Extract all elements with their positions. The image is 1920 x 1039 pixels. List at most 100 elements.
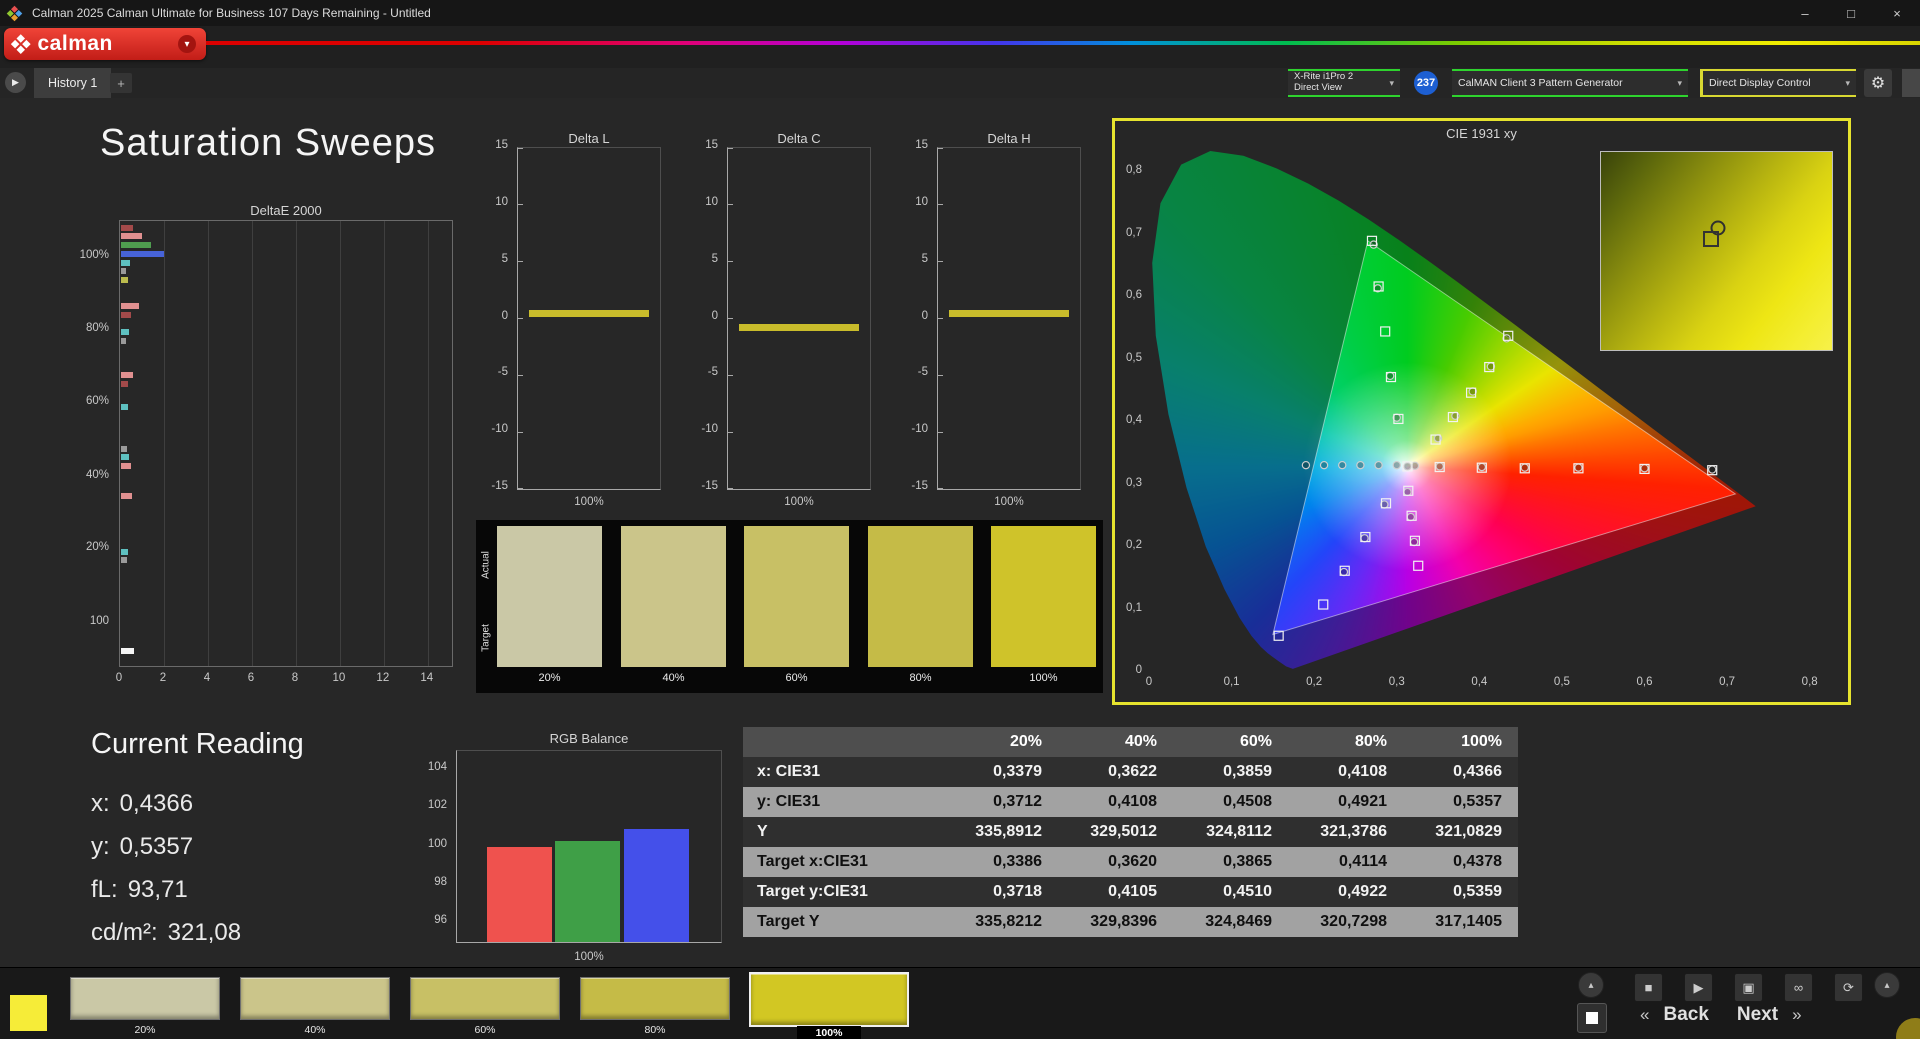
patch-button-100%[interactable] bbox=[749, 972, 909, 1027]
y-tick-label: -15 bbox=[701, 480, 718, 492]
collapse-left-button[interactable]: ▴ bbox=[1578, 972, 1604, 998]
x-axis-label: 100% bbox=[574, 951, 604, 963]
deltae-bar bbox=[121, 548, 128, 555]
x-tick-label: 0,4 bbox=[1471, 676, 1488, 688]
y-tick-label: 0 bbox=[711, 309, 718, 322]
y-tick-label: 0,3 bbox=[1126, 476, 1142, 489]
gridline bbox=[251, 221, 253, 666]
y-tick-label: 5 bbox=[921, 252, 928, 265]
collapse-right-button[interactable]: ▴ bbox=[1874, 972, 1900, 998]
value-cell: 0,4366 bbox=[1453, 763, 1502, 780]
pattern-window-button[interactable] bbox=[1577, 1003, 1607, 1033]
patch-label: 80% bbox=[644, 1024, 666, 1036]
tab-history-1[interactable]: History 1 bbox=[34, 68, 112, 98]
chart-title: Delta C bbox=[777, 131, 821, 146]
value-cell: 324,8112 bbox=[1206, 823, 1272, 840]
swatch-level-label: 100% bbox=[1029, 672, 1058, 684]
y-tick-label: -5 bbox=[497, 366, 508, 379]
history-nav-button[interactable]: ▶ bbox=[5, 72, 26, 93]
pattern-window-icon bbox=[1586, 1012, 1598, 1024]
meter-dropdown[interactable]: X-Rite i1Pro 2 Direct View ▾ bbox=[1288, 69, 1400, 97]
tick-mark bbox=[938, 261, 943, 263]
tick-mark bbox=[518, 261, 523, 263]
value-cell: 324,8469 bbox=[1205, 913, 1272, 930]
inset-target-marker bbox=[1702, 231, 1719, 247]
y-tick-label: 0,5 bbox=[1126, 351, 1142, 364]
value-cell: 320,7298 bbox=[1320, 913, 1387, 930]
y-tick-label: -10 bbox=[701, 423, 718, 436]
y-tick-label: -10 bbox=[911, 423, 928, 436]
tick-mark bbox=[938, 488, 943, 489]
value-cell: 0,5357 bbox=[1453, 793, 1502, 810]
header-row: calman ▾ bbox=[0, 26, 1920, 68]
deltae-bar bbox=[121, 463, 131, 470]
value-cell: 0,3622 bbox=[1108, 763, 1157, 780]
deltae-bar bbox=[121, 445, 128, 452]
gridline bbox=[295, 221, 297, 666]
plot-area bbox=[937, 147, 1081, 490]
add-tab-button[interactable]: + bbox=[110, 73, 132, 93]
deltae-x-axis: 0 2 4 6 8 10 12 14 bbox=[116, 672, 453, 688]
x-tick-label: 14 bbox=[420, 672, 434, 684]
delta-l-chart: Delta L 15 10 5 0 -5 -10 -15 100% bbox=[467, 131, 663, 523]
patch-button-40%[interactable] bbox=[240, 977, 390, 1020]
link-icon: ∞ bbox=[1793, 980, 1804, 995]
deltae-bar bbox=[121, 381, 128, 388]
close-button[interactable]: × bbox=[1874, 0, 1920, 26]
refresh-button[interactable]: ⟳ bbox=[1834, 973, 1863, 1002]
value-cell: 0,4108 bbox=[1338, 763, 1387, 780]
next-chevron-icon[interactable]: » bbox=[1792, 1005, 1801, 1025]
deltae-bar bbox=[121, 233, 142, 240]
deltae-bar bbox=[121, 303, 139, 310]
table-header-cell: 20% bbox=[1009, 733, 1042, 750]
tick-mark bbox=[728, 374, 733, 376]
x-axis-label: 100% bbox=[784, 496, 814, 508]
display-control-dropdown[interactable]: Direct Display Control ▾ bbox=[1700, 69, 1856, 97]
page-title: Saturation Sweeps bbox=[100, 122, 436, 164]
deltae-bar bbox=[121, 260, 130, 267]
value-cell: 0,3718 bbox=[993, 883, 1042, 900]
chart-title: DeltaE 2000 bbox=[250, 203, 322, 218]
y-tick-label: 0,7 bbox=[1126, 226, 1142, 239]
pattern-generator-dropdown[interactable]: CalMAN Client 3 Pattern Generator ▾ bbox=[1452, 69, 1688, 97]
patch-button-20%[interactable] bbox=[70, 977, 220, 1020]
link-button[interactable]: ∞ bbox=[1784, 973, 1813, 1002]
deltae-2000-chart: DeltaE 2000 100% 80% 60% 40% 20% 100 0 2 4 6 8 10 1… bbox=[60, 203, 460, 713]
back-button[interactable]: Back bbox=[1663, 1004, 1708, 1026]
settings-button[interactable]: ⚙ bbox=[1864, 69, 1892, 97]
x-tick-label: 0,2 bbox=[1306, 676, 1323, 688]
swatch-20% bbox=[497, 526, 602, 667]
minimize-button[interactable]: – bbox=[1782, 0, 1828, 26]
calman-menu-button[interactable]: calman ▾ bbox=[4, 28, 206, 60]
y-tick-label: -5 bbox=[917, 366, 928, 379]
maximize-button[interactable]: □ bbox=[1828, 0, 1874, 26]
value-cell: 0,3865 bbox=[1223, 853, 1272, 870]
play-button[interactable]: ▶ bbox=[1684, 973, 1713, 1002]
y-tick-label: 100 bbox=[427, 837, 447, 850]
value-cell: 321,3786 bbox=[1320, 823, 1387, 840]
patch-label: 40% bbox=[304, 1024, 326, 1036]
swatch-80% bbox=[868, 526, 973, 667]
deltae-bar bbox=[121, 337, 126, 344]
rainbow-gradient-bar bbox=[206, 41, 1920, 45]
y-tick-label: 100 bbox=[89, 615, 109, 628]
back-chevron-icon[interactable]: « bbox=[1640, 1005, 1649, 1025]
deltae-bar bbox=[121, 557, 127, 564]
display-control-label: Direct Display Control bbox=[1709, 77, 1811, 89]
stop-button[interactable]: ■ bbox=[1634, 973, 1663, 1002]
meter-label: X-Rite i1Pro 2 Direct View bbox=[1294, 71, 1354, 93]
deltae-bar bbox=[121, 454, 129, 461]
x-tick-label: 4 bbox=[203, 672, 211, 684]
save-button[interactable]: ▣ bbox=[1734, 973, 1763, 1002]
gridline bbox=[207, 221, 209, 666]
patch-button-60%[interactable] bbox=[410, 977, 560, 1020]
tick-mark bbox=[518, 204, 523, 206]
row-label-cell: Y bbox=[757, 823, 768, 840]
patch-button-80%[interactable] bbox=[580, 977, 730, 1020]
value-cell: 317,1405 bbox=[1435, 913, 1502, 930]
edge-partial-button[interactable] bbox=[1902, 69, 1920, 97]
next-button[interactable]: Next bbox=[1737, 1004, 1778, 1026]
meter-status-badge: 237 bbox=[1414, 71, 1438, 95]
patch-label: 20% bbox=[134, 1024, 156, 1036]
reading-fl: fL: 93,71 bbox=[91, 876, 188, 903]
